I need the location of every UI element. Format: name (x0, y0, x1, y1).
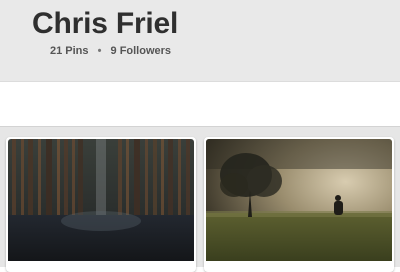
profile-stats: 21 Pins • 9 Followers (50, 44, 171, 58)
pin-image-lone-tree[interactable] (206, 139, 392, 261)
stats-separator: • (97, 45, 102, 57)
pin-grid (0, 126, 400, 272)
followers-count-link[interactable]: 9 Followers (111, 45, 172, 57)
pin-card[interactable] (204, 137, 394, 272)
forest-trees-photo (8, 139, 194, 261)
pin-card[interactable] (6, 137, 196, 272)
profile-header: Chris Friel 21 Pins • 9 Followers (0, 0, 400, 82)
pins-count-link[interactable]: 21 Pins (50, 45, 89, 57)
pin-image-forest[interactable] (8, 139, 194, 261)
lone-tree-field-photo (206, 139, 392, 261)
profile-nav-band (0, 82, 400, 126)
profile-name: Chris Friel (32, 7, 179, 40)
